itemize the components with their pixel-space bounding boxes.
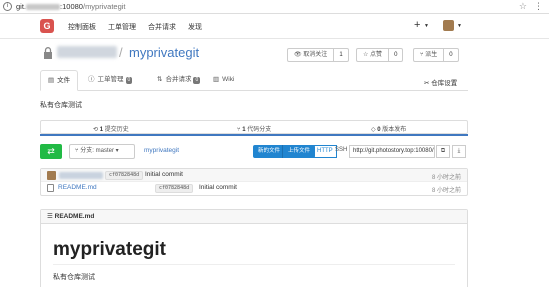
user-avatar[interactable] [443,20,454,31]
readme-body-text: 私有仓库测试 [53,274,95,281]
browser-address-bar[interactable]: i git.:10080/myprivategit ☆ ⋮ [0,0,549,14]
repo-description: 私有仓库测试 [40,102,82,109]
repo-path-separator: / [119,45,123,60]
commit-message[interactable]: Initial commit [199,184,237,191]
browser-menu-icon[interactable]: ⋮ [534,1,543,12]
stat-releases[interactable]: ◇ 0 版本发布 [371,124,406,133]
readme-panel: ☰ README.md myprivategit 私有仓库测试 [40,209,468,287]
create-new-icon[interactable]: + [414,19,420,31]
chevron-down-icon[interactable]: ▼ [424,23,429,29]
url-redacted [26,4,61,11]
nav-issues[interactable]: 工单管理 [108,22,136,32]
nav-explore[interactable]: 发现 [188,22,202,32]
lock-repo-icon [44,47,52,59]
repo-stats-bar: ⟲ 1 提交历史 ⑂ 1 代码分支 ◇ 0 版本发布 [40,120,468,134]
fork-count[interactable]: 0 [444,49,457,61]
history-icon: ⟲ [93,127,100,133]
repo-name-link[interactable]: myprivategit [129,45,199,60]
breadcrumb-repo[interactable]: myprivategit [144,147,179,154]
url-text[interactable]: git.:10080/myprivategit [16,2,126,11]
watch-button[interactable]: 👁 取消关注 1 [287,48,349,62]
compare-icon: ⇄ [47,146,55,156]
table-row[interactable]: README.md cf0782848d Initial commit 8 小时… [41,182,467,195]
branch-dropdown[interactable]: ⑂ 分支: master ▾ [69,144,135,159]
pulls-count-badge: 0 [193,77,201,84]
pull-request-icon: ⇅ [157,76,163,83]
compare-button[interactable]: ⇄ [40,144,62,159]
commit-author-avatar[interactable] [47,171,56,180]
clone-url-input[interactable]: http://git.photostory.top:10080/ [349,145,435,158]
top-navigation: G 控制面板 工单管理 合并请求 发现 + ▼ ▼ [0,14,549,39]
star-button[interactable]: ☆ 点赞 0 [356,48,404,62]
divider [53,264,455,265]
repo-owner-redacted[interactable] [57,46,117,58]
commit-author-redacted[interactable] [59,172,103,179]
gogs-logo-icon[interactable]: G [40,19,54,33]
tab-wiki[interactable]: ▥ Wiki [213,70,234,91]
bookmark-star-icon[interactable]: ☆ [519,1,527,12]
readme-header: ☰ README.md [41,210,467,224]
tab-files[interactable]: ▤ 文件 [40,70,79,91]
list-icon: ☰ [47,213,55,220]
fork-button[interactable]: ⑂ 派生 0 [413,48,459,62]
latest-commit-row: cf0782848d Initial commit 8 小时之前 [41,169,467,182]
tab-issues[interactable]: ⓘ 工单管理 0 [88,70,133,91]
chevron-down-icon[interactable]: ▼ [457,23,462,29]
commit-time: 8 小时之前 [431,175,461,181]
eye-icon: 👁 [294,52,304,58]
file-text-icon [47,184,54,192]
stat-branches[interactable]: ⑂ 1 代码分支 [237,124,271,133]
chevron-down-icon: ▾ [115,148,119,154]
repo-settings-link[interactable]: ✂ 仓库设置 [424,77,457,87]
new-file-button[interactable]: 新的文件 [253,145,286,158]
commit-sha-label[interactable]: cf0782848d [155,184,194,193]
commit-sha-label[interactable]: cf0782848d [105,171,144,180]
file-code-icon: ▤ [48,77,55,84]
nav-pulls[interactable]: 合并请求 [148,22,176,32]
star-icon: ☆ [363,52,371,58]
issues-count-badge: 0 [125,77,133,84]
info-icon[interactable]: i [3,2,12,11]
copy-icon[interactable]: ⧉ [436,145,450,158]
watch-count[interactable]: 1 [334,49,347,61]
readme-title: myprivategit [53,239,166,260]
nav-dashboard[interactable]: 控制面板 [68,22,96,32]
tab-pulls[interactable]: ⇅ 合并请求 0 [157,70,201,91]
repo-tabs: ▤ 文件 ⓘ 工单管理 0 ⇅ 合并请求 0 ▥ Wiki [40,70,468,91]
upload-file-button[interactable]: 上传文件 [282,145,316,158]
file-table: cf0782848d Initial commit 8 小时之前 README.… [40,168,468,196]
ssh-protocol-button[interactable]: SSH [332,145,350,158]
book-icon: ▥ [213,76,220,83]
commit-time: 8 小时之前 [431,188,461,194]
star-count[interactable]: 0 [389,49,402,61]
file-name-link[interactable]: README.md [58,184,97,191]
issue-icon: ⓘ [88,76,95,83]
download-icon[interactable]: ⤓ [452,145,466,158]
stat-commits[interactable]: ⟲ 1 提交历史 [93,124,129,133]
language-bar [40,134,468,136]
commit-message: Initial commit [145,171,183,178]
